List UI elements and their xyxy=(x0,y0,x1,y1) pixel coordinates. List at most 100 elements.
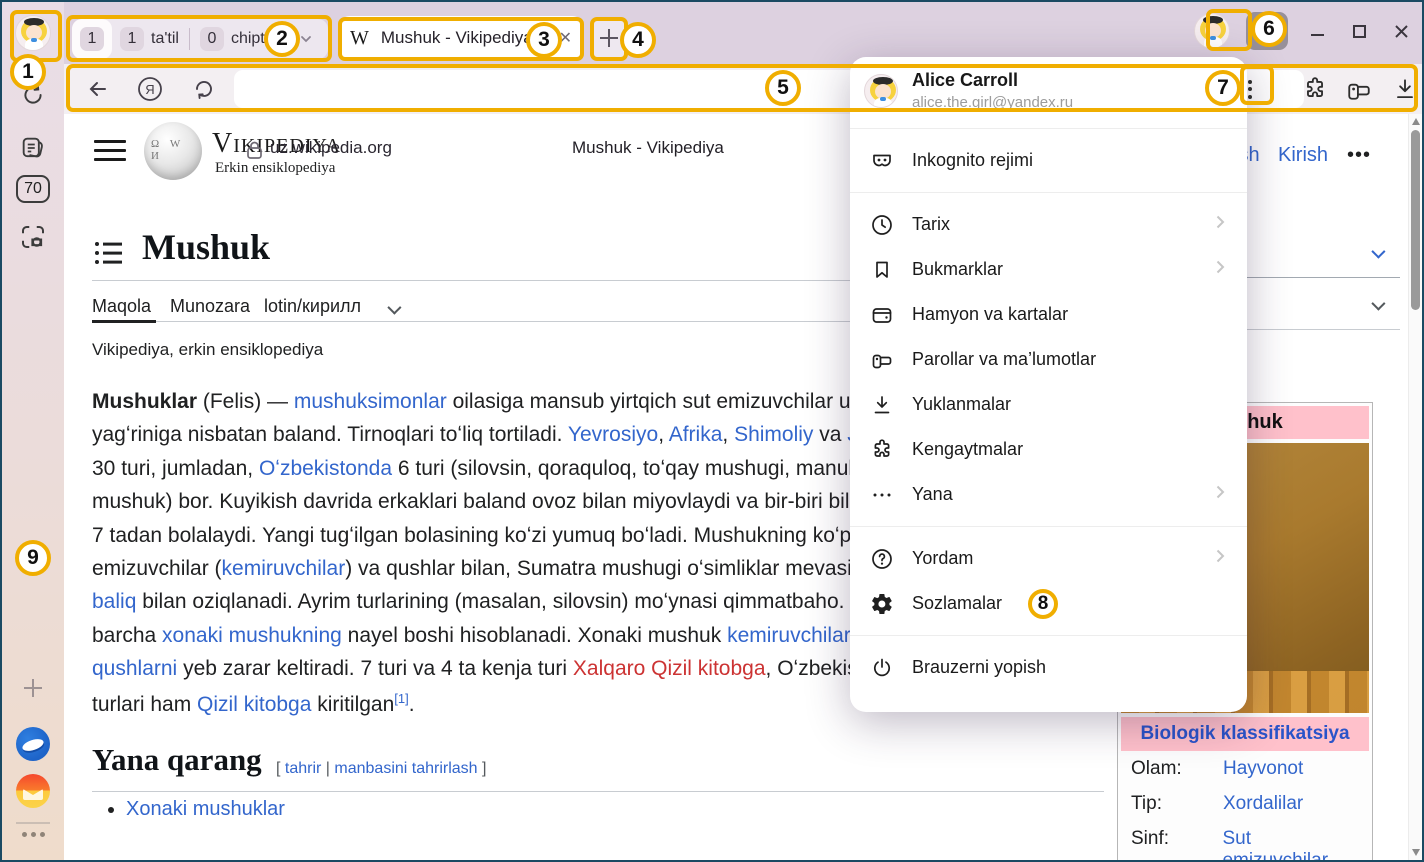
yandex-mail-icon[interactable] xyxy=(2,774,64,808)
browser-window: 70 1 1 ta'til 0 chipta W Mushuk - Vikipe… xyxy=(0,0,1424,862)
infobox-label: Tip: xyxy=(1131,793,1223,815)
menu-item-puzzle[interactable]: Kengaytmalar xyxy=(850,427,1247,472)
menu-divider xyxy=(850,128,1247,129)
article-title: Mushuk xyxy=(142,226,270,268)
wikipedia-logo[interactable] xyxy=(144,122,202,180)
wiki-menu-icon[interactable] xyxy=(94,140,126,161)
sidebar-more-icon[interactable] xyxy=(2,832,64,837)
annotation-badge-3: 3 xyxy=(526,22,562,58)
text-segment: yeb zarar keltiradi. 7 turi va 4 ta kenj… xyxy=(177,657,573,680)
page-scrollbar[interactable] xyxy=(1408,114,1422,860)
tab-munozara[interactable]: Munozara xyxy=(170,296,250,317)
xonaki-mushuklar-link[interactable]: Xonaki mushuklar xyxy=(126,798,285,820)
wiki-link[interactable]: Oʻzbekistonda xyxy=(259,457,392,480)
clock-icon xyxy=(870,213,894,237)
wiki-link[interactable]: qushlarni xyxy=(92,657,177,680)
menu-item-incognito[interactable]: Inkognito rejimi xyxy=(850,138,1247,183)
wiki-link[interactable]: Afrika xyxy=(669,423,723,446)
paragraph-line: 7 tadan bolalaydi. Yangi tugʻilgan bolas… xyxy=(92,524,852,557)
lang-chevron-icon[interactable] xyxy=(1371,245,1385,259)
minimize-button[interactable] xyxy=(1304,18,1330,44)
menu-item-power[interactable]: Brauzerni yopish xyxy=(850,645,1247,690)
infobox-section-header: Biologik klassifikatsiya xyxy=(1121,717,1369,751)
text-segment: 30 turi, jumladan, xyxy=(92,457,259,480)
toc-icon[interactable] xyxy=(94,240,124,266)
url-text[interactable]: uz.wikipedia.org xyxy=(270,138,392,158)
menu-item-ellipsis[interactable]: Yana xyxy=(850,472,1247,517)
menu-item-bookmark[interactable]: Bukmarklar xyxy=(850,247,1247,292)
annotation-badge-6: 6 xyxy=(1251,11,1287,47)
scroll-up-icon[interactable] xyxy=(1412,118,1420,125)
login-link[interactable]: Kirish xyxy=(1278,144,1328,167)
infobox-section-link[interactable]: Biologik klassifikatsiya xyxy=(1140,723,1349,744)
variant-chevron-icon[interactable] xyxy=(387,301,401,315)
list-item: Xonaki mushuklar xyxy=(126,798,285,821)
annotation-rect-1 xyxy=(10,10,62,62)
menu-item-help[interactable]: Yordam xyxy=(850,536,1247,581)
paragraph-line: baliq bilan oziqlanadi. Ayrim turlarinin… xyxy=(92,590,852,623)
wiki-link[interactable]: Shimoliy xyxy=(734,423,813,446)
menu-item-label: Yuklanmalar xyxy=(912,394,1011,415)
annotation-badge-1: 1 xyxy=(10,54,46,90)
add-panel-button[interactable] xyxy=(2,679,64,697)
screenshot-icon[interactable] xyxy=(2,222,64,252)
wiki-link[interactable]: Qizil kitobga xyxy=(197,693,311,716)
menu-item-label: Tarix xyxy=(912,214,950,235)
text-segment: , xyxy=(722,423,734,446)
tab-maqola[interactable]: Maqola xyxy=(92,296,151,317)
menu-divider xyxy=(850,192,1247,193)
paragraph-line: yagʻriniga nisbatan baland. Tirnoqlari t… xyxy=(92,423,852,456)
chevron-right-icon xyxy=(1211,483,1229,506)
incognito-icon xyxy=(870,149,894,173)
tools-chevron-icon[interactable] xyxy=(1371,297,1385,311)
top-more-menu[interactable]: ••• xyxy=(1347,144,1371,167)
menu-item-label: Hamyon va kartalar xyxy=(912,304,1068,325)
text-segment: turlari ham xyxy=(92,693,197,716)
menu-item-wallet[interactable]: Hamyon va kartalar xyxy=(850,292,1247,337)
yandex-browser-icon[interactable] xyxy=(2,727,64,761)
wiki-link[interactable]: mushuksimonlar xyxy=(294,390,447,413)
menu-item-label: Parollar va ma’lumotlar xyxy=(912,349,1096,370)
tab-counter-badge[interactable]: 70 xyxy=(2,175,64,203)
text-segment: kiritilgan xyxy=(311,693,394,716)
bookmark-icon xyxy=(870,258,894,282)
tab-variant[interactable]: lotin/кирилл xyxy=(264,296,361,317)
wiki-link[interactable]: manbasini tahrirlash xyxy=(334,760,477,777)
wiki-link[interactable]: baliq xyxy=(92,590,136,613)
infobox-value-link[interactable]: Hayvonot xyxy=(1223,758,1303,780)
menu-item-download[interactable]: Yuklanmalar xyxy=(850,382,1247,427)
wiki-link[interactable]: kemiruvchilar xyxy=(222,557,346,580)
paragraph-line: emizuvchilar (kemiruvchilar) va qushlar … xyxy=(92,557,852,590)
wiki-link[interactable]: kemiruvchilarni xyxy=(727,624,852,647)
menu-item-passwords[interactable]: Parollar va ma’lumotlar xyxy=(850,337,1247,382)
infobox-row: Olam:Hayvonot xyxy=(1121,751,1369,786)
lock-icon xyxy=(246,140,263,160)
chevron-right-icon xyxy=(1211,547,1229,570)
article-paragraph: Mushuklar (Felis) — mushuksimonlar oilas… xyxy=(92,390,852,724)
passwords-icon xyxy=(870,348,894,372)
wiki-link[interactable]: Xalqaro Qizil kitobga xyxy=(573,657,766,680)
wiki-link[interactable]: xonaki mushukning xyxy=(162,624,342,647)
menu-item-label: Yordam xyxy=(912,548,973,569)
edit-links[interactable]: [ tahrir | manbasini tahrirlash ] xyxy=(276,760,486,778)
infobox-row: Tip:Xordalilar xyxy=(1121,786,1369,821)
infobox-value-link[interactable]: Sut emizuvchilar xyxy=(1222,828,1361,860)
menu-item-label: Inkognito rejimi xyxy=(912,150,1033,171)
notes-icon[interactable] xyxy=(2,134,64,162)
text-segment: oilasiga mansub yirtqich sut emizuvchila… xyxy=(447,390,852,413)
text-segment[interactable]: [1] xyxy=(394,691,408,706)
maximize-button[interactable] xyxy=(1346,18,1372,44)
wiki-link[interactable]: Yevrosiyo xyxy=(568,423,658,446)
infobox-value-link[interactable]: Xordalilar xyxy=(1223,793,1303,815)
text-segment: barcha xyxy=(92,624,162,647)
scrollbar-thumb[interactable] xyxy=(1411,130,1420,310)
menu-item-gear[interactable]: Sozlamalar8 xyxy=(850,581,1247,626)
infobox-row: Sinf:Sut emizuvchilar xyxy=(1121,821,1369,860)
see-also-rule xyxy=(92,791,1104,792)
close-button[interactable] xyxy=(1388,18,1414,44)
menu-item-clock[interactable]: Tarix xyxy=(850,202,1247,247)
text-segment: , Oʻzbekiston xyxy=(766,657,852,680)
scroll-down-icon[interactable] xyxy=(1412,849,1420,856)
text-segment: (Felis) — xyxy=(197,390,294,413)
wiki-link[interactable]: tahrir xyxy=(285,760,321,777)
